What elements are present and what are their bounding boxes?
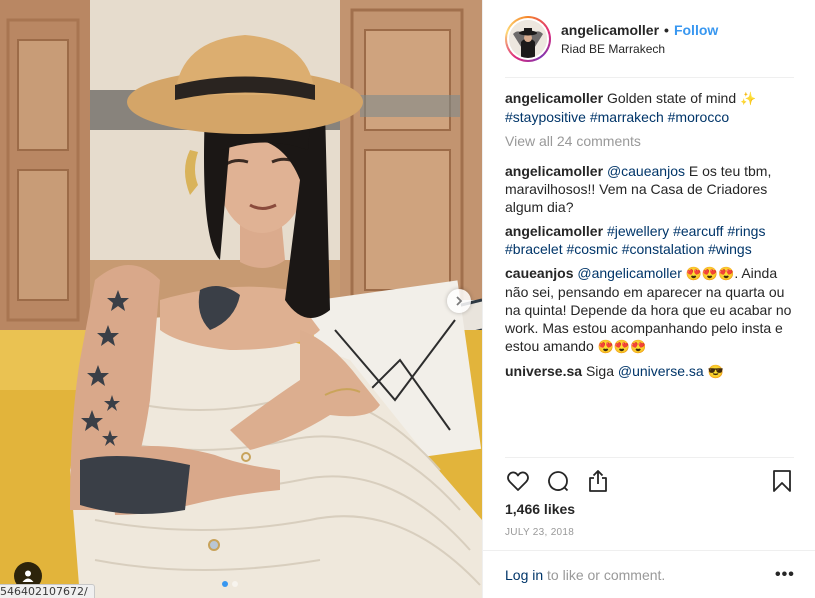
slide-dot (232, 581, 238, 587)
post-sidebar: angelicamoller • Follow Riad BE Marrakec… (482, 0, 815, 598)
post-header: angelicamoller • Follow Riad BE Marrakec… (483, 0, 815, 78)
user-icon (22, 570, 34, 582)
login-divider (483, 550, 815, 551)
caption-text: Golden state of mind (606, 90, 737, 106)
sunglasses-emoji: 😎 (707, 364, 724, 379)
heart-eyes-emoji: 😍😍😍 (685, 266, 735, 281)
next-slide-button[interactable] (447, 289, 471, 313)
hashtag-link[interactable]: #jewellery (607, 223, 669, 239)
caption: angelicamoller Golden state of mind ✨ #s… (505, 89, 794, 126)
share-button[interactable] (585, 468, 611, 494)
action-bar (505, 468, 795, 494)
heart-eyes-emoji: 😍😍😍 (597, 339, 647, 354)
hashtag-link[interactable]: #constalation (622, 241, 705, 257)
post-photo[interactable]: 546402107672/ (0, 0, 482, 598)
comment-item: angelicamoller @caueanjos E os teu tbm, … (505, 162, 794, 216)
slide-dot-active (222, 581, 228, 587)
hashtag-link[interactable]: #marrakech (590, 109, 664, 125)
actions-divider (505, 457, 794, 458)
comment-item: angelicamoller #jewellery #earcuff #ring… (505, 222, 794, 258)
share-icon (589, 470, 607, 492)
header-username[interactable]: angelicamoller (561, 21, 659, 39)
comment-item: caueanjos @angelicamoller 😍😍😍. Ainda não… (505, 264, 794, 356)
location-link[interactable]: Riad BE Marrakech (561, 41, 718, 57)
view-all-comments-link[interactable]: View all 24 comments (505, 132, 794, 150)
mention-link[interactable]: @angelicamoller (577, 265, 681, 281)
comment-button[interactable] (545, 468, 571, 494)
mention-link[interactable]: @universe.sa (618, 363, 704, 379)
comment-item: universe.sa Siga @universe.sa 😎 (505, 362, 794, 381)
follow-button[interactable]: Follow (674, 21, 718, 39)
like-button[interactable] (505, 468, 531, 494)
login-link[interactable]: Log in (505, 567, 543, 583)
avatar-image (509, 20, 547, 58)
slide-indicator (222, 581, 238, 587)
header-separator: • (664, 22, 669, 38)
heart-icon (507, 471, 529, 491)
avatar[interactable] (505, 16, 551, 62)
more-options-button[interactable]: ••• (775, 566, 795, 584)
browser-status-url: 546402107672/ (0, 584, 95, 598)
likes-count[interactable]: 1,466 likes (505, 500, 575, 518)
login-prompt-text: to like or comment. (547, 567, 666, 583)
bookmark-icon (773, 470, 791, 492)
photo-illustration (0, 0, 482, 598)
caption-username[interactable]: angelicamoller (505, 90, 603, 106)
hashtag-link[interactable]: #staypositive (505, 109, 586, 125)
login-prompt: Log in to like or comment. (505, 566, 665, 584)
comment-username[interactable]: angelicamoller (505, 163, 603, 179)
comment-username[interactable]: caueanjos (505, 265, 573, 281)
comment-username[interactable]: angelicamoller (505, 223, 603, 239)
comment-text: Siga (585, 363, 614, 379)
hashtag-link[interactable]: #rings (727, 223, 765, 239)
save-button[interactable] (769, 468, 795, 494)
hashtag-link[interactable]: #wings (708, 241, 752, 257)
mention-link[interactable]: @caueanjos (607, 163, 685, 179)
sparkles-emoji: ✨ (740, 91, 757, 106)
hashtag-link[interactable]: #earcuff (673, 223, 723, 239)
comment-username[interactable]: universe.sa (505, 363, 582, 379)
chevron-right-icon (456, 296, 463, 306)
header-divider (505, 77, 794, 78)
comments-section: angelicamoller Golden state of mind ✨ #s… (505, 89, 794, 387)
post-date: JULY 23, 2018 (505, 527, 575, 538)
hashtag-link[interactable]: #cosmic (566, 241, 617, 257)
hashtag-link[interactable]: #morocco (668, 109, 729, 125)
post-container: 546402107672/ angelicamoller • Follow Ri… (0, 0, 815, 598)
comment-icon (548, 471, 569, 492)
hashtag-link[interactable]: #bracelet (505, 241, 563, 257)
